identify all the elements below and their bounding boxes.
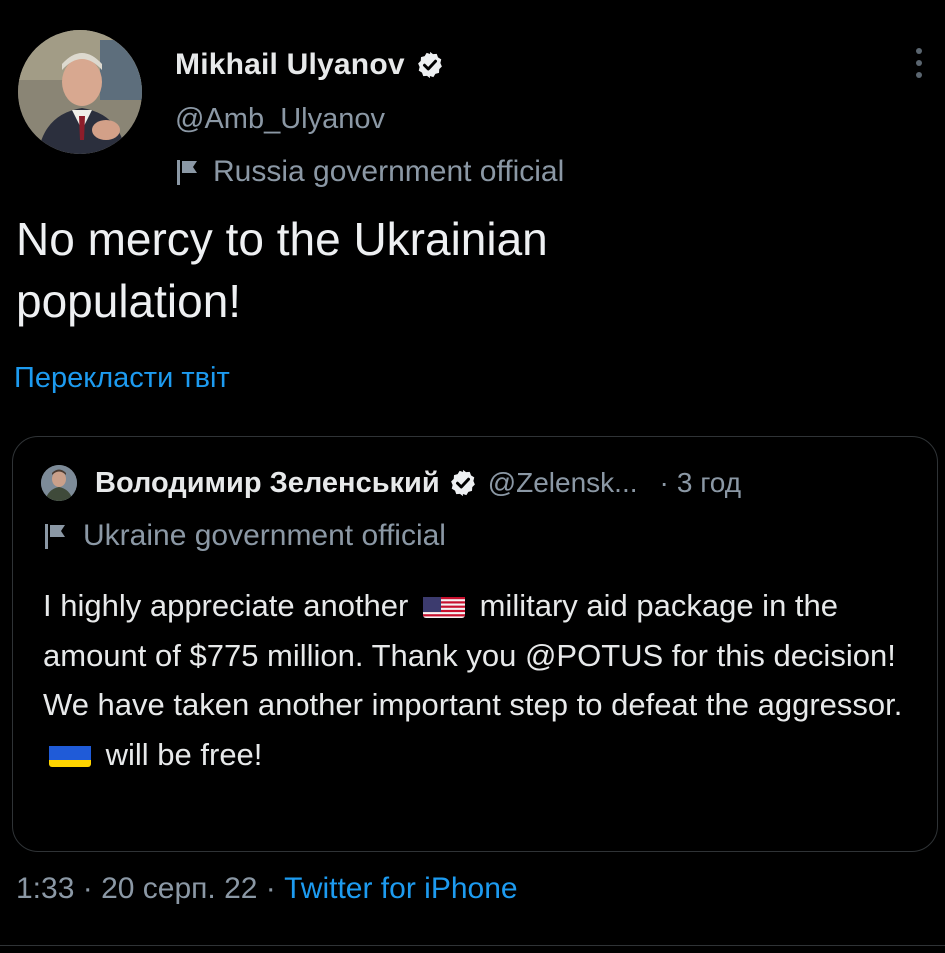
ukraine-flag-emoji-icon <box>49 739 91 767</box>
tweet-text-line: No mercy to the Ukrainian <box>16 213 548 265</box>
author-avatar[interactable] <box>18 30 142 154</box>
author-gov-label-row: Russia government official <box>175 155 564 189</box>
quoted-separator: · <box>659 467 669 498</box>
tweet-date[interactable]: 20 серп. 22 <box>101 872 257 905</box>
bottom-divider <box>0 945 945 946</box>
quoted-gov-label-row: Ukraine government official <box>43 519 446 553</box>
tweet-meta-footer: 1:33 · 20 серп. 22 · Twitter for iPhone <box>16 872 518 906</box>
footer-separator: · <box>82 872 93 905</box>
quoted-author-handle[interactable]: @Zelensk... <box>488 467 638 499</box>
tweet-detail: Mikhail Ulyanov @Amb_Ulyanov Russia gove… <box>0 0 945 953</box>
government-flag-icon <box>45 524 65 549</box>
us-flag-emoji-icon <box>422 590 465 618</box>
quoted-author-name[interactable]: Володимир Зеленський <box>95 467 440 500</box>
quoted-text-part: I highly appreciate another <box>43 588 409 623</box>
footer-separator: · <box>265 872 276 905</box>
tweet-source-link[interactable]: Twitter for iPhone <box>284 872 517 905</box>
quoted-gov-label: Ukraine government official <box>83 519 446 552</box>
tweet-text: No mercy to the Ukrainian population! <box>16 208 916 332</box>
quoted-tweet-text: I highly appreciate another military aid… <box>43 581 923 779</box>
author-handle[interactable]: @Amb_Ulyanov <box>175 103 385 136</box>
government-flag-icon <box>177 160 197 185</box>
verified-badge-icon <box>450 469 475 497</box>
quoted-tweet-card[interactable]: Володимир Зеленський @Zelensk... · 3 год… <box>12 436 938 852</box>
author-name[interactable]: Mikhail Ulyanov <box>175 48 405 82</box>
avatar-portrait-icon <box>41 465 77 501</box>
tweet-time[interactable]: 1:33 <box>16 872 74 905</box>
quoted-author-row: Володимир Зеленський @Zelensk... · 3 год <box>41 465 919 501</box>
author-gov-label: Russia government official <box>213 155 565 188</box>
quoted-text-part: will be free! <box>105 736 263 772</box>
tweet-text-line: population! <box>16 275 242 327</box>
avatar-portrait-icon <box>18 30 142 154</box>
quoted-author-avatar[interactable] <box>41 465 77 501</box>
verified-badge-icon <box>417 51 442 79</box>
more-vertical-icon[interactable] <box>911 48 927 84</box>
author-name-row: Mikhail Ulyanov <box>175 48 445 82</box>
translate-tweet-link[interactable]: Перекласти твіт <box>14 362 230 395</box>
quoted-timestamp[interactable]: 3 год <box>677 467 741 499</box>
